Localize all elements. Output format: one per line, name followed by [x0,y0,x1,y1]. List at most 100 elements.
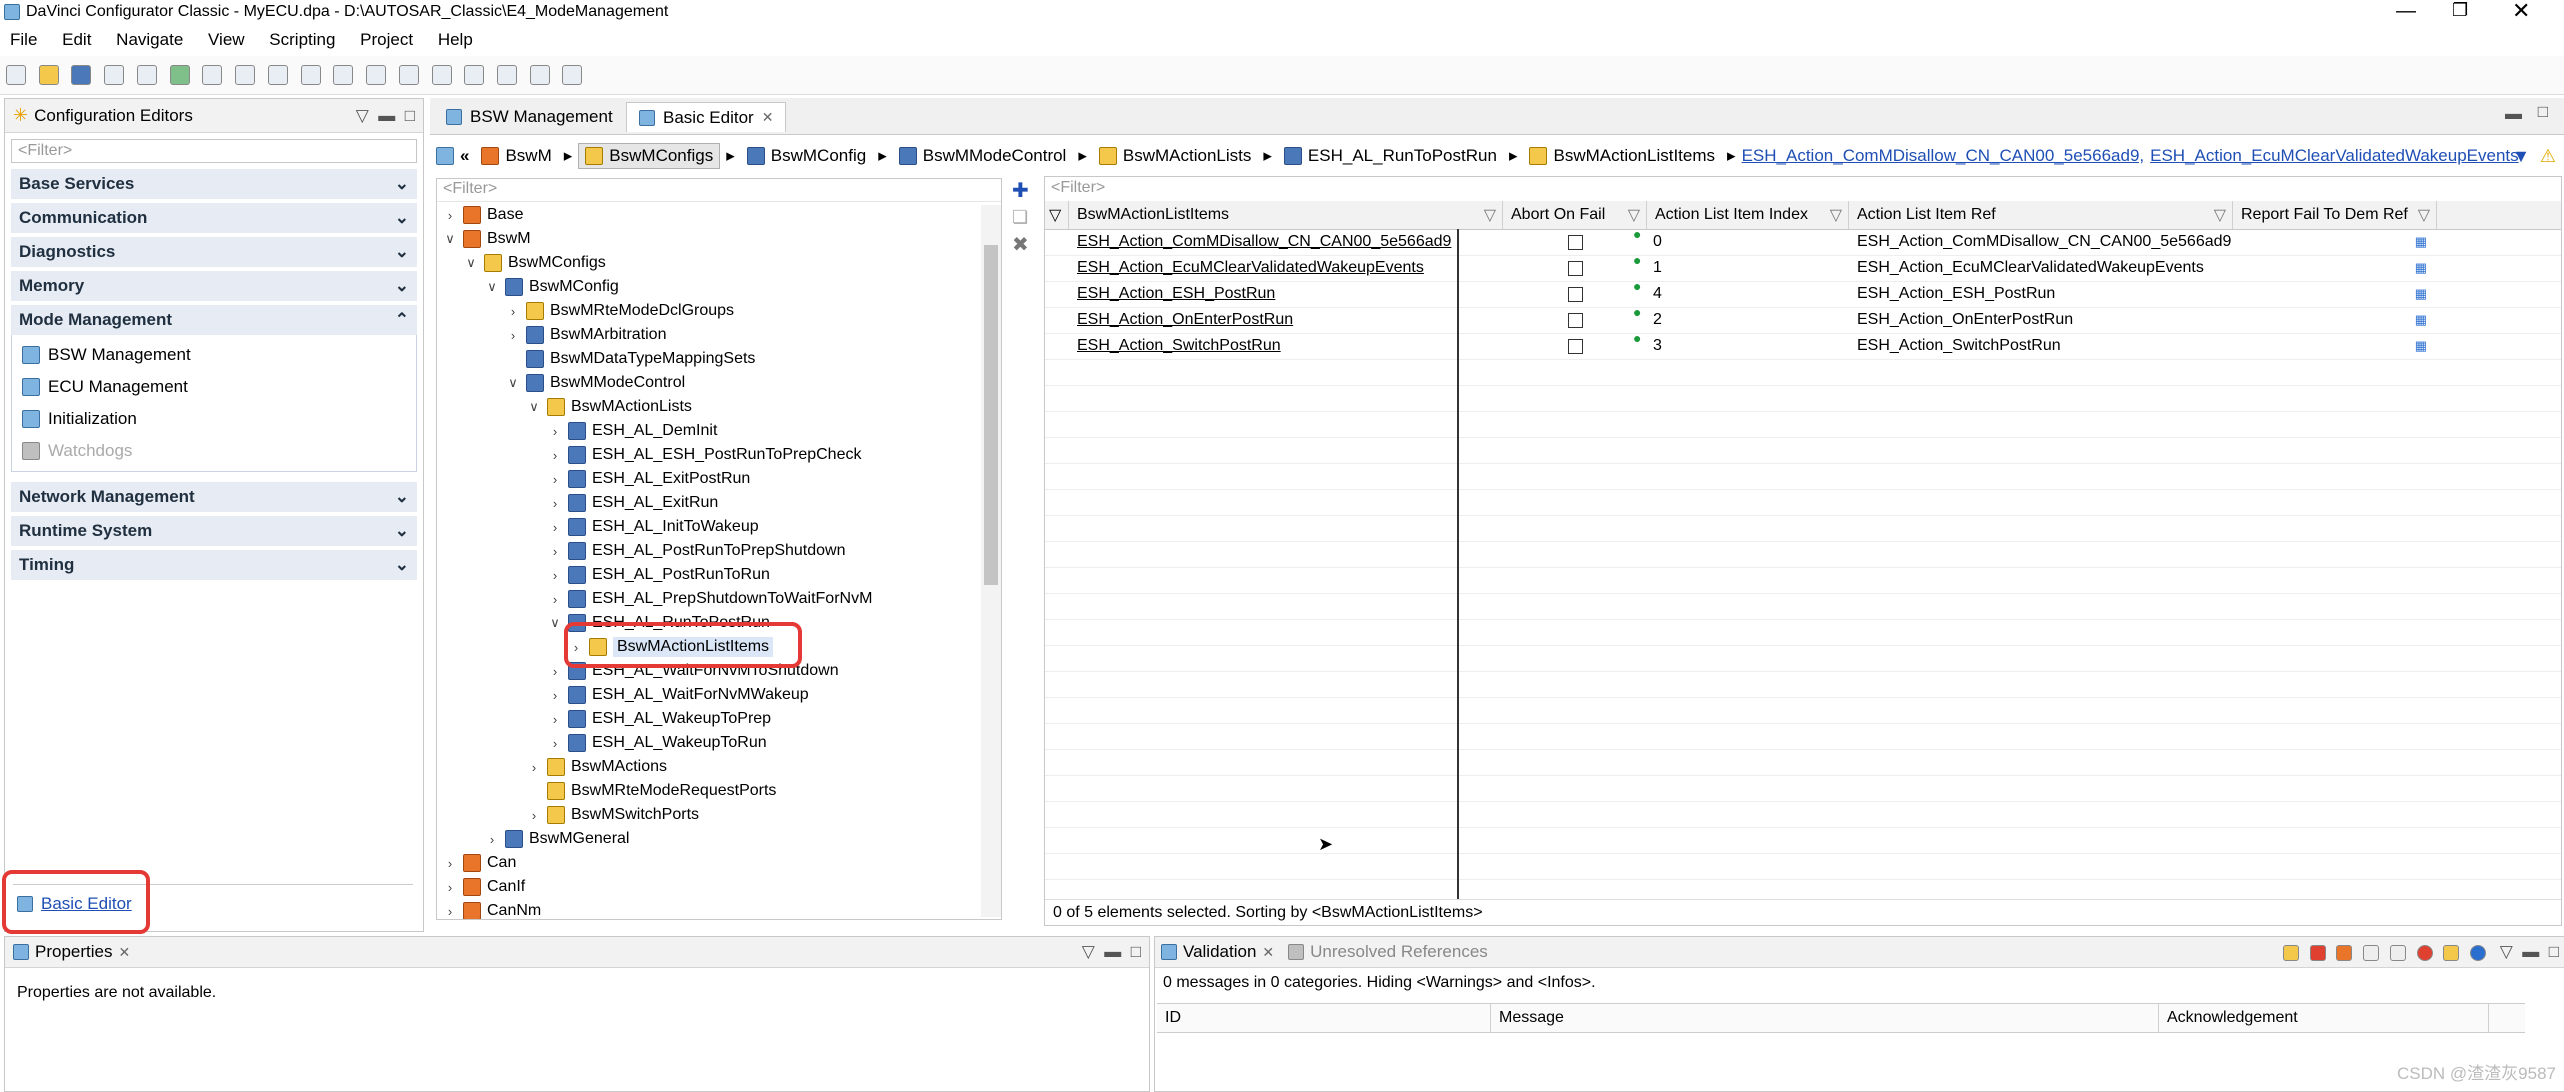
solve-icon[interactable] [2282,944,2299,961]
save-icon[interactable] [71,65,92,85]
crumb-esh-al-runtopostrun[interactable]: ESH_AL_RunToPostRun [1278,144,1503,168]
tree-node[interactable]: › ESH_AL_DemInit [548,419,717,443]
menu-project[interactable]: Project [360,30,413,49]
tree-node[interactable]: › ESH_AL_WaitForNvMWakeup [548,683,809,707]
warnings-icon[interactable] [2443,944,2460,961]
close-tab-icon[interactable]: ✕ [762,109,774,126]
collapse-arrow-icon[interactable]: ∨ [443,231,457,247]
tab-bsw-management[interactable]: BSW Management [434,102,625,132]
hand-icon[interactable] [431,65,452,85]
cell-action-list-item-index[interactable]: ● 3 [1633,330,1849,359]
tree-node[interactable]: ∨ BswMModeControl [506,371,685,395]
expand-arrow-icon[interactable]: › [548,544,562,559]
solve-all-icon[interactable] [2309,944,2326,961]
update-icon[interactable] [267,65,288,85]
expand-arrow-icon[interactable]: › [527,760,541,775]
close-tab-icon[interactable]: ✕ [118,944,130,961]
cell-action-list-item[interactable]: ESH_Action_OnEnterPostRun [1069,307,1503,333]
tree-node[interactable]: › Base [443,203,523,227]
menu-view[interactable]: View [208,30,245,49]
tree-node[interactable]: › ESH_AL_WakeupToPrep [548,707,771,731]
col-acknowledgement[interactable]: Acknowledgement [2159,1004,2489,1032]
category-network-management[interactable]: Network Management ⌄ [11,482,417,512]
restore-icon[interactable]: ❐ [2452,0,2468,21]
back-icon[interactable] [464,65,485,85]
reference-picker-icon[interactable]: ▦ [2415,312,2427,328]
col-abort-on-fail[interactable]: Abort On Fail ▽ [1503,201,1647,229]
abort-on-fail-checkbox[interactable] [1567,312,1583,328]
tree-node[interactable]: › ESH_AL_ExitRun [548,491,718,515]
abort-on-fail-checkbox[interactable] [1567,286,1583,302]
cell-report-fail-to-dem-ref[interactable]: ▦ [2233,281,2437,307]
crumb-bswmconfig[interactable]: BswMConfig [741,144,872,168]
collapse-all-icon[interactable] [2363,944,2380,961]
cell-report-fail-to-dem-ref[interactable]: ▦ [2233,255,2437,281]
abort-on-fail-checkbox[interactable] [1567,234,1583,250]
tab-basic-editor[interactable]: Basic Editor ✕ [626,102,787,132]
crumb-bswmactionlistitems[interactable]: BswMActionListItems [1523,144,1721,168]
redo-icon[interactable] [136,65,157,85]
tree-node[interactable]: ∨ BswMConfigs [464,251,606,275]
column-divider[interactable] [1457,229,1459,899]
expand-arrow-icon[interactable]: › [548,424,562,439]
header-filter-icon[interactable]: ▽ [1045,201,1069,229]
abort-on-fail-checkbox[interactable] [1567,338,1583,354]
view-menu-icon[interactable]: ▽ ▬ □ [1082,942,1141,962]
forward-icon[interactable] [497,65,518,85]
tree-node[interactable]: ∨ BswMActionLists [527,395,692,419]
minimize-editor-icon[interactable]: ▬ [2505,104,2522,124]
minimize-icon[interactable]: — [2396,0,2416,23]
col-bswmactionlistitems[interactable]: BswMActionListItems ▽ [1069,201,1503,229]
cell-action-list-item[interactable]: ESH_Action_SwitchPostRun [1069,333,1503,359]
breadcrumb-link-2[interactable]: ESH_Action_EcuMClearValidatedWakeupEvent… [2150,146,2519,166]
reference-picker-icon[interactable]: ▦ [2415,234,2427,250]
editor-icon[interactable] [300,65,321,85]
expand-arrow-icon[interactable]: › [548,592,562,607]
tree-node[interactable]: › ESH_AL_PrepShutdownToWaitForNvM [548,587,872,611]
breadcrumb-home-icon[interactable] [436,147,454,165]
tree-node[interactable]: › ESH_AL_InitToWakeup [548,515,759,539]
col-id[interactable]: ID [1157,1004,1491,1032]
cell-action-list-item-index[interactable]: ● 0 [1633,226,1849,255]
expand-arrow-icon[interactable]: › [548,664,562,679]
table-filter-input[interactable]: <Filter> [1045,177,2561,204]
generate-icon[interactable] [202,65,223,85]
col-message[interactable]: Message [1491,1004,2159,1032]
expand-arrow-icon[interactable]: › [443,856,457,871]
expand-arrow-icon[interactable]: › [443,208,457,223]
tree-node[interactable]: BswMRteModeRequestPorts [527,779,776,803]
tree-scrollbar-thumb[interactable] [984,245,998,585]
reference-picker-icon[interactable]: ▦ [2415,338,2427,354]
collapse-arrow-icon[interactable]: ∨ [464,255,478,271]
tree-node[interactable]: ∨ BswM [443,227,531,251]
category-memory[interactable]: Memory ⌄ [11,271,417,301]
cell-action-list-item-ref[interactable]: ESH_Action_OnEnterPostRun [1849,307,2233,333]
cell-action-list-item-index[interactable]: ● 2 [1633,304,1849,333]
expand-arrow-icon[interactable]: › [548,448,562,463]
category-timing[interactable]: Timing ⌄ [11,550,417,580]
cell-report-fail-to-dem-ref[interactable]: ▦ [2233,333,2437,359]
tree-node[interactable]: › ESH_AL_PostRunToRun [548,563,770,587]
collapse-arrow-icon[interactable]: ∨ [527,399,541,415]
table-row[interactable]: ESH_Action_ComMDisallow_CN_CAN00_5e566ad… [1045,226,2561,256]
expand-arrow-icon[interactable]: › [527,808,541,823]
col-report-fail-to-dem-ref[interactable]: Report Fail To Dem Ref ▽ [2233,201,2437,229]
expand-arrow-icon[interactable]: › [548,496,562,511]
open-icon[interactable] [38,65,59,85]
tree-node[interactable]: BswMDataTypeMappingSets [506,347,755,371]
expand-arrow-icon[interactable]: › [506,304,520,319]
expand-arrow-icon[interactable]: › [548,712,562,727]
binary-icon[interactable] [529,65,550,85]
cell-action-list-item-ref[interactable]: ESH_Action_EcuMClearValidatedWakeupEvent… [1849,255,2233,281]
expand-arrow-icon[interactable]: › [548,472,562,487]
cell-action-list-item-ref[interactable]: ESH_Action_ESH_PostRun [1849,281,2233,307]
menu-edit[interactable]: Edit [62,30,91,49]
cell-action-list-item-ref[interactable]: ESH_Action_SwitchPostRun [1849,333,2233,359]
expand-arrow-icon[interactable]: › [548,568,562,583]
cell-action-list-item-index[interactable]: ● 4 [1633,278,1849,307]
add-icon[interactable]: ✚ [1012,178,1042,203]
cell-action-list-item[interactable]: ESH_Action_EcuMClearValidatedWakeupEvent… [1069,255,1503,281]
new-icon[interactable] [6,65,26,85]
item-bsw-management[interactable]: BSW Management [12,339,416,371]
tree-node[interactable]: › ESH_AL_WakeupToRun [548,731,767,755]
